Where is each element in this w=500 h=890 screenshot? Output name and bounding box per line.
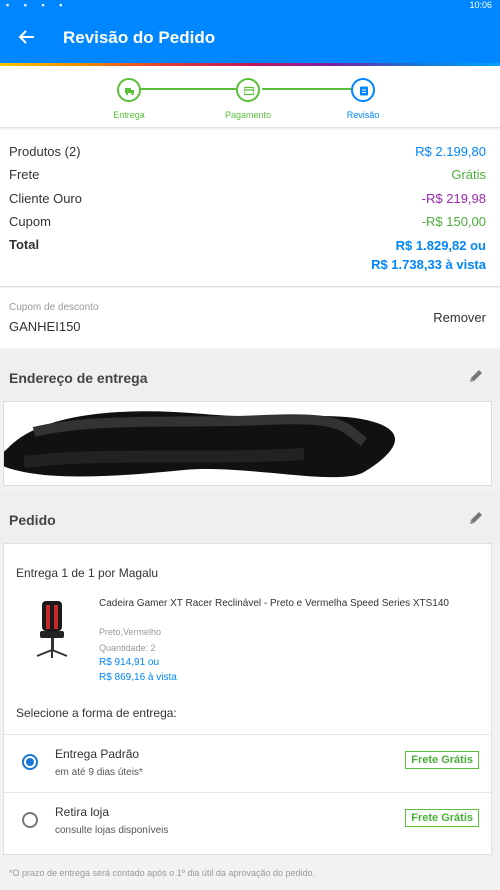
summary-label: Produtos (2) <box>9 144 81 159</box>
address-card[interactable] <box>3 401 492 486</box>
product-quantity: Quantidade: 2 <box>99 643 156 653</box>
truck-icon <box>117 78 141 102</box>
document-icon <box>351 78 375 102</box>
step-entrega[interactable]: Entrega <box>84 78 174 120</box>
summary-label: Cliente Ouro <box>9 191 82 206</box>
product-name[interactable]: Cadeira Gamer XT Racer Reclinável - Pret… <box>99 597 469 610</box>
section-title: Endereço de entrega <box>9 370 148 386</box>
step-label: Pagamento <box>224 110 272 120</box>
checkout-stepper: Entrega Pagamento Revisão <box>0 66 500 128</box>
option-name: Entrega Padrão <box>55 747 140 761</box>
delivery-footnote: *O prazo de entrega será contado após o … <box>9 868 315 878</box>
section-title: Pedido <box>9 512 56 528</box>
summary-label: Frete <box>9 167 40 182</box>
redacted-address-scribble <box>4 411 395 478</box>
option-detail: em até 9 dias úteis* <box>55 767 143 778</box>
coupon-code: GANHEI150 <box>9 319 81 334</box>
product-price-cash: R$ 869,16 à vista <box>99 672 177 683</box>
order-card: Entrega 1 de 1 por Magalu Cadeira Gamer … <box>3 543 492 855</box>
order-summary: Produtos (2) R$ 2.199,80 Frete Grátis Cl… <box>0 130 500 287</box>
card-icon <box>236 78 260 102</box>
summary-frete: Frete Grátis <box>9 167 486 187</box>
summary-value: -R$ 150,00 <box>421 214 486 229</box>
step-label: Revisão <box>346 110 380 120</box>
gaming-chair-icon <box>32 599 72 661</box>
product-price-installments: R$ 914,91 ou <box>99 657 160 668</box>
delivery-title: Entrega 1 de 1 por Magalu <box>16 566 159 580</box>
delivery-option-standard[interactable]: Entrega Padrão em até 9 dias úteis* Fret… <box>4 734 491 790</box>
summary-cupom: Cupom -R$ 150,00 <box>9 214 486 234</box>
summary-label: Cupom <box>9 214 51 229</box>
summary-produtos: Produtos (2) R$ 2.199,80 <box>9 144 486 164</box>
step-label: Entrega <box>113 110 145 120</box>
step-pagamento[interactable]: Pagamento <box>203 78 293 120</box>
app-bar: Revisão do Pedido <box>0 12 500 64</box>
summary-value: R$ 2.199,80 <box>415 144 486 159</box>
option-name: Retira loja <box>55 805 110 819</box>
clock: 10:06 <box>469 0 492 10</box>
page-title: Revisão do Pedido <box>63 28 216 47</box>
total-cash: R$ 1.738,33 à vista <box>371 257 486 272</box>
radio-selected[interactable] <box>22 754 38 770</box>
coupon-box: Cupom de desconto GANHEI150 Remover <box>0 288 500 348</box>
pencil-icon[interactable] <box>468 510 484 526</box>
back-arrow-icon[interactable] <box>14 24 40 50</box>
option-detail: consulte lojas disponíveis <box>55 825 169 836</box>
free-shipping-badge: Frete Grátis <box>405 809 479 827</box>
summary-value: -R$ 219,98 <box>421 191 486 206</box>
status-bar: ▪ ▪ ▪ ▪ 10:06 <box>0 0 500 12</box>
product-color: Preto,Vermelho <box>99 627 162 637</box>
order-section-header: Pedido <box>0 492 500 544</box>
radio-unselected[interactable] <box>22 812 38 828</box>
summary-label: Total <box>9 237 40 252</box>
coupon-label: Cupom de desconto <box>9 302 99 313</box>
total-installments: R$ 1.829,82 ou <box>395 238 486 253</box>
delivery-option-store-pickup[interactable]: Retira loja consulte lojas disponíveis F… <box>4 792 491 848</box>
pencil-icon[interactable] <box>468 368 484 384</box>
address-section-header: Endereço de entrega <box>0 350 500 402</box>
free-shipping-badge: Frete Grátis <box>405 751 479 769</box>
notification-icons: ▪ ▪ ▪ ▪ <box>6 0 69 10</box>
step-revisao[interactable]: Revisão <box>318 78 408 120</box>
remove-coupon-button[interactable]: Remover <box>433 310 486 325</box>
summary-value: Grátis <box>451 167 486 182</box>
summary-cliente-ouro: Cliente Ouro -R$ 219,98 <box>9 191 486 211</box>
delivery-method-heading: Selecione a forma de entrega: <box>16 706 177 720</box>
